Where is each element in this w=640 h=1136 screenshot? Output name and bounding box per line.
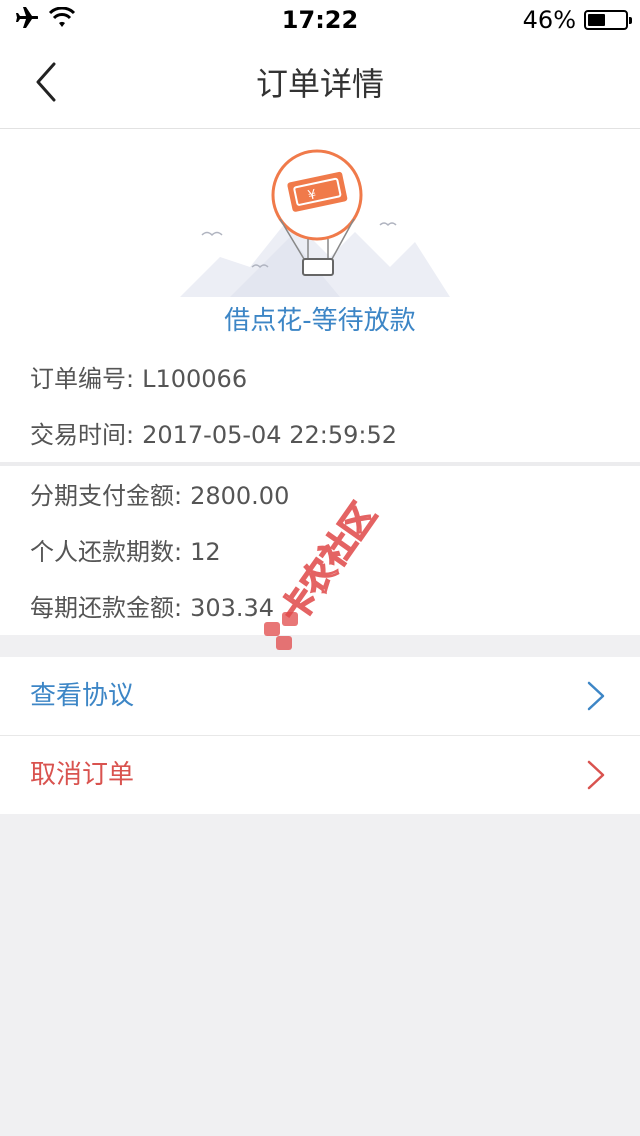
transaction-time-row: 交易时间: 2017-05-04 22:59:52: [30, 417, 397, 453]
battery-icon: [584, 10, 632, 30]
transaction-time-value: 2017-05-04 22:59:52: [142, 421, 397, 449]
action-list: 查看协议 取消订单: [0, 657, 640, 814]
battery-level: [588, 14, 605, 26]
cancel-order-label: 取消订单: [30, 760, 135, 790]
page-title: 订单详情: [255, 65, 384, 103]
chevron-right-icon: [586, 760, 606, 790]
payment-details-card: 分期支付金额: 2800.00 个人还款期数: 12 每期还款金额: 303.34: [0, 466, 640, 635]
order-number-row: 订单编号: L100066: [30, 361, 247, 397]
cancel-order-button[interactable]: 取消订单: [0, 736, 640, 814]
installment-total-row: 分期支付金额: 2800.00: [30, 478, 289, 514]
status-bar: 17:22 46%: [0, 0, 640, 40]
per-period-amount-value: 303.34: [190, 594, 275, 622]
installment-total-label: 分期支付金额:: [30, 482, 183, 510]
status-icons-right: 46%: [522, 6, 632, 34]
order-number-value: L100066: [142, 365, 248, 393]
view-agreement-label: 查看协议: [30, 681, 135, 711]
battery-percent: 46%: [522, 6, 576, 34]
navigation-bar: 订单详情: [0, 40, 640, 129]
transaction-time-label: 交易时间:: [30, 421, 135, 449]
order-status-caption: 借点花-等待放款: [224, 306, 416, 336]
order-number-label: 订单编号:: [30, 365, 135, 393]
hot-air-balloon-illustration: ¥: [180, 147, 460, 297]
per-period-amount-row: 每期还款金额: 303.34: [30, 590, 274, 626]
repayment-periods-value: 12: [190, 538, 221, 566]
chevron-right-icon: [586, 681, 606, 711]
repayment-periods-label: 个人还款期数:: [30, 538, 183, 566]
installment-total-value: 2800.00: [190, 482, 290, 510]
order-summary-card: ¥ 借点花-等待放款 订单编号: L100066 交易时间: 2017-05-04 …: [0, 129, 640, 462]
per-period-amount-label: 每期还款金额:: [30, 594, 183, 622]
view-agreement-button[interactable]: 查看协议: [0, 657, 640, 736]
repayment-periods-row: 个人还款期数: 12: [30, 534, 221, 570]
